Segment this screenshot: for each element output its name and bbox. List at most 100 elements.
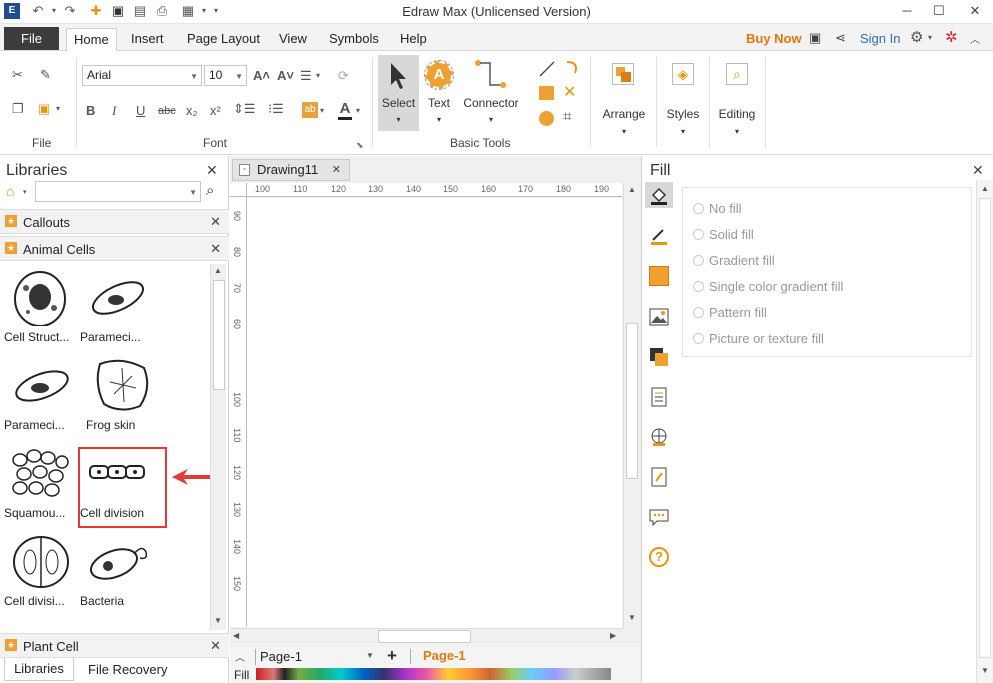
color-swatches[interactable]: [256, 668, 611, 680]
canvas-horizontal-scrollbar[interactable]: ◀ ▶: [230, 628, 623, 645]
styles-button[interactable]: ◈ Styles ▾: [660, 55, 706, 145]
file-menu-button[interactable]: File: [4, 27, 59, 50]
minimize-button[interactable]: ─: [890, 0, 924, 22]
page-nav-up-icon[interactable]: ︿: [235, 649, 245, 664]
attachment-icon[interactable]: [649, 467, 669, 487]
scroll-down-icon[interactable]: ▼: [214, 616, 222, 625]
tab-view[interactable]: View: [272, 28, 314, 51]
tab-page-layout[interactable]: Page Layout: [180, 28, 267, 51]
scroll-up-icon[interactable]: ▲: [981, 184, 989, 193]
text-direction-icon[interactable]: ⟳: [338, 68, 349, 84]
scroll-left-icon[interactable]: ◀: [233, 631, 239, 640]
close-icon[interactable]: ✕: [210, 214, 221, 230]
arc-tool-icon[interactable]: [563, 59, 581, 77]
rectangle-tool-icon[interactable]: [539, 86, 554, 100]
scroll-thumb[interactable]: [378, 630, 471, 643]
copy-icon[interactable]: ❐: [12, 101, 24, 117]
superscript-button[interactable]: x²: [210, 103, 221, 119]
fill-option-no-fill[interactable]: No fill: [693, 201, 742, 216]
scroll-thumb[interactable]: [213, 280, 225, 390]
paste-dropdown-icon[interactable]: ▾: [56, 101, 60, 117]
tab-symbols[interactable]: Symbols: [322, 28, 386, 51]
fill-bucket-icon[interactable]: [649, 185, 669, 205]
image-icon[interactable]: [649, 307, 669, 327]
close-window-button[interactable]: ✕: [958, 0, 992, 22]
subscript-button[interactable]: x₂: [186, 103, 198, 119]
sign-in-link[interactable]: Sign In: [860, 31, 900, 46]
font-dialog-launcher-icon[interactable]: ⬊: [356, 137, 364, 153]
library-callouts[interactable]: ★ Callouts ✕: [0, 209, 229, 234]
page-tab-active[interactable]: Page-1: [423, 648, 466, 663]
close-tab-icon[interactable]: ✕: [332, 160, 341, 180]
highlight-color-icon[interactable]: ab: [302, 102, 318, 118]
collapse-ribbon-icon[interactable]: ︿: [970, 31, 980, 46]
shape-paramecium-1[interactable]: Parameci...: [80, 266, 154, 350]
close-fill-panel-icon[interactable]: ✕: [972, 162, 984, 179]
scroll-down-icon[interactable]: ▼: [628, 613, 636, 622]
select-tool-button[interactable]: Select ▾: [378, 55, 419, 131]
align-dropdown-icon[interactable]: ▾: [316, 68, 320, 84]
cart-icon[interactable]: ▣: [809, 30, 821, 46]
home-icon[interactable]: ⌂: [6, 183, 14, 199]
shape-bacteria[interactable]: Bacteria: [80, 530, 154, 614]
scroll-thumb[interactable]: [626, 323, 638, 479]
tab-libraries[interactable]: Libraries: [4, 658, 74, 681]
library-scrollbar[interactable]: ▲ ▼: [210, 264, 226, 630]
scroll-up-icon[interactable]: ▲: [628, 185, 636, 194]
highlight-dropdown-icon[interactable]: ▾: [320, 103, 324, 119]
shape-frog-skin[interactable]: Frog skin: [86, 354, 160, 438]
tab-insert[interactable]: Insert: [124, 28, 171, 51]
editing-button[interactable]: ⌕ Editing ▾: [713, 55, 761, 145]
bullets-icon[interactable]: ⁝☰: [268, 101, 284, 117]
settings-icon[interactable]: ⚙: [910, 28, 923, 46]
shape-cell-division-2[interactable]: Cell divisi...: [4, 530, 78, 614]
shape-paramecium-2[interactable]: Parameci...: [4, 354, 78, 438]
tab-home[interactable]: Home: [66, 28, 117, 51]
layers-icon[interactable]: [649, 347, 669, 367]
italic-button[interactable]: I: [112, 103, 116, 119]
canvas-vertical-scrollbar[interactable]: ▲ ▼: [623, 183, 640, 628]
page-select[interactable]: Page-1 ▼: [255, 649, 375, 665]
crop-tool-icon[interactable]: ⌗: [563, 108, 571, 125]
home-dropdown-icon[interactable]: ▾: [23, 188, 27, 196]
align-icon[interactable]: ☰: [300, 68, 312, 84]
scroll-thumb[interactable]: [979, 198, 991, 658]
fill-option-picture-texture[interactable]: Picture or texture fill: [693, 331, 824, 346]
fill-option-pattern-fill[interactable]: Pattern fill: [693, 305, 767, 320]
scroll-right-icon[interactable]: ▶: [610, 631, 616, 640]
close-icon[interactable]: ✕: [210, 241, 221, 257]
close-libraries-icon[interactable]: ✕: [206, 162, 218, 179]
page-properties-icon[interactable]: [649, 387, 669, 407]
fill-option-gradient-fill[interactable]: Gradient fill: [693, 253, 775, 268]
line-spacing-icon[interactable]: ⇕☰: [233, 101, 256, 117]
grow-font-icon[interactable]: A˄: [253, 68, 270, 84]
globe-icon[interactable]: [649, 427, 669, 447]
document-tab[interactable]: ▪ Drawing11 ✕: [232, 159, 350, 181]
add-page-icon[interactable]: +: [387, 646, 397, 666]
library-search-input[interactable]: ▼: [35, 181, 201, 202]
shape-cell-structure[interactable]: Cell Struct...: [4, 266, 78, 350]
share-icon[interactable]: ⋖: [835, 30, 846, 46]
search-icon[interactable]: ⌕: [206, 182, 214, 199]
cross-tool-icon[interactable]: ✕: [563, 82, 576, 102]
library-animal-cells[interactable]: ★ Animal Cells ✕: [0, 236, 229, 261]
connector-tool-button[interactable]: Connector ▾: [458, 55, 524, 131]
bold-button[interactable]: B: [86, 103, 95, 119]
paste-icon[interactable]: ▣: [38, 101, 50, 117]
text-tool-button[interactable]: A Text ▾: [421, 55, 457, 131]
font-color-icon[interactable]: A: [338, 101, 352, 120]
help-icon[interactable]: ?: [649, 547, 669, 567]
tab-file-recovery[interactable]: File Recovery: [88, 662, 167, 677]
tab-help[interactable]: Help: [393, 28, 434, 51]
font-family-select[interactable]: Arial ▼: [82, 65, 202, 86]
drawing-page[interactable]: [247, 198, 622, 628]
comment-icon[interactable]: [649, 507, 669, 527]
format-painter-icon[interactable]: ✎: [40, 67, 51, 83]
strikethrough-button[interactable]: abc: [158, 103, 176, 119]
shape-squamous[interactable]: Squamou...: [4, 442, 78, 526]
shadow-icon[interactable]: [649, 266, 669, 286]
shrink-font-icon[interactable]: A˅: [277, 68, 294, 84]
line-tool-icon[interactable]: [538, 60, 556, 78]
fill-option-solid-fill[interactable]: Solid fill: [693, 227, 754, 242]
library-plant-cell[interactable]: ★ Plant Cell ✕: [0, 633, 229, 658]
